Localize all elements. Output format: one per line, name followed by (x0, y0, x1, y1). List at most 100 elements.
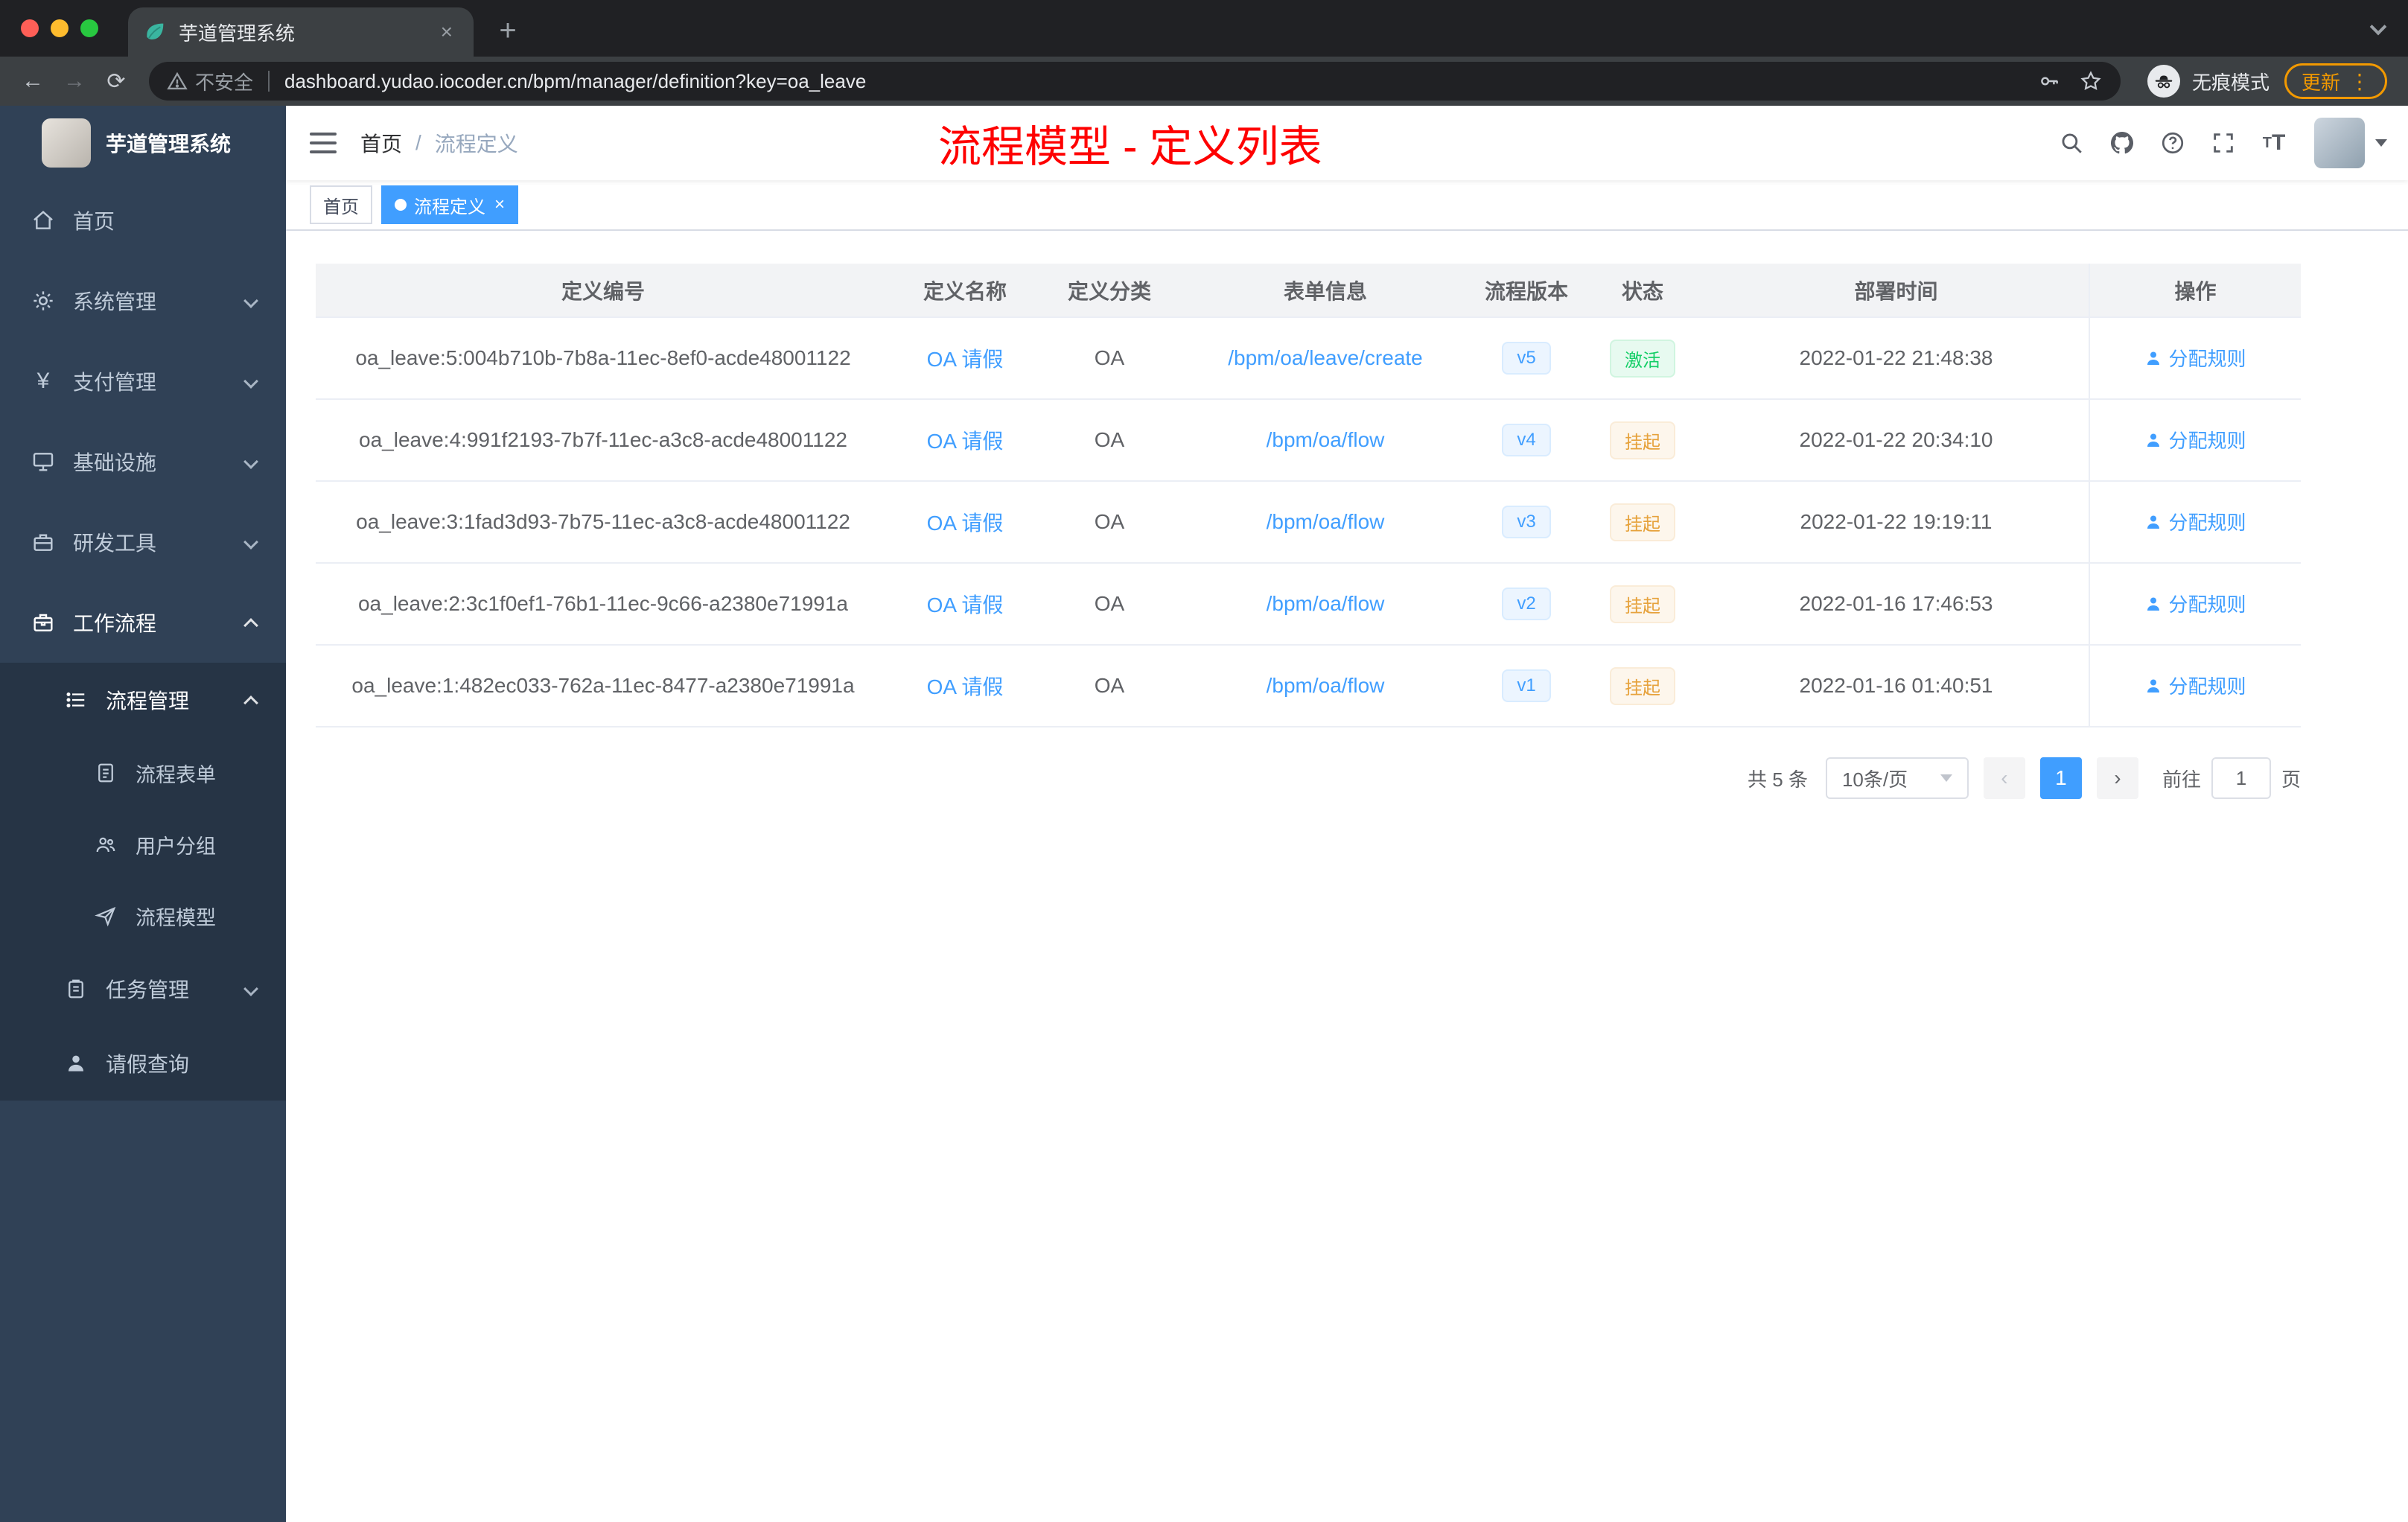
sidebar-item-process-management[interactable]: 流程管理 (0, 663, 286, 737)
sidebar-item-label: 基础设施 (73, 451, 157, 474)
browser-menu-icon[interactable]: ⋮ (2349, 69, 2370, 94)
tab-close-icon[interactable]: × (435, 20, 459, 44)
page-size-select[interactable]: 10条/页 (1825, 757, 1969, 799)
sidebar-item-task-management[interactable]: 任务管理 (0, 952, 286, 1026)
github-icon[interactable] (2100, 121, 2144, 165)
version-badge: v5 (1502, 342, 1551, 375)
sidebar-item-user-group[interactable]: 用户分组 (0, 809, 286, 880)
goto-unit-label: 页 (2281, 768, 2301, 791)
form-info-link[interactable]: /bpm/oa/flow (1267, 592, 1385, 615)
definition-name-link[interactable]: OA 请假 (927, 593, 1004, 617)
assign-rule-label: 分配规则 (2168, 512, 2246, 535)
page-1-button[interactable]: 1 (2039, 757, 2082, 799)
form-info-link[interactable]: /bpm/oa/flow (1267, 510, 1385, 533)
app-logo[interactable]: 芋道管理系统 (0, 106, 286, 180)
forward-icon[interactable]: → (54, 69, 95, 94)
chevron-up-icon (243, 618, 258, 633)
definition-name-link[interactable]: OA 请假 (927, 348, 1004, 371)
zoom-window-button[interactable] (80, 19, 98, 37)
bookmark-star-icon[interactable] (2079, 69, 2103, 93)
tag-label: 首页 (323, 197, 359, 217)
form-info-link[interactable]: /bpm/oa/leave/create (1228, 346, 1423, 369)
definition-name-link[interactable]: OA 请假 (927, 430, 1004, 453)
tab-title: 芋道管理系统 (179, 22, 296, 45)
sidebar-item-payment-management[interactable]: ¥ 支付管理 (0, 341, 286, 421)
status-badge[interactable]: 挂起 (1610, 503, 1675, 541)
sidebar-item-home[interactable]: 首页 (0, 180, 286, 261)
breadcrumb-home[interactable]: 首页 (360, 128, 402, 158)
assign-rule-link[interactable]: 分配规则 (2144, 508, 2246, 535)
font-size-icon[interactable]: TT (2252, 121, 2296, 165)
send-icon (89, 905, 122, 927)
sidebar-item-dev-tools[interactable]: 研发工具 (0, 502, 286, 582)
navbar-actions: TT (2049, 118, 2408, 168)
yen-icon: ¥ (36, 369, 50, 393)
search-icon[interactable] (2049, 121, 2094, 165)
status-badge[interactable]: 激活 (1610, 339, 1675, 378)
avatar[interactable] (2314, 118, 2365, 168)
col-status: 状态 (1582, 264, 1704, 318)
chevron-down-icon (1940, 774, 1952, 782)
back-icon[interactable]: ← (12, 69, 54, 94)
update-label: 更新 (2301, 71, 2340, 94)
chrome-update-button[interactable]: 更新 ⋮ (2284, 63, 2387, 99)
pagination-total: 共 5 条 (1748, 768, 1808, 791)
tab-search-icon[interactable] (2369, 18, 2387, 36)
definition-category: OA (1094, 428, 1125, 451)
sidebar-item-system-management[interactable]: 系统管理 (0, 261, 286, 341)
sidebar-item-process-model[interactable]: 流程模型 (0, 880, 286, 952)
browser-tab[interactable]: 芋道管理系统 × (128, 7, 474, 57)
form-info-link[interactable]: /bpm/oa/flow (1267, 674, 1385, 697)
sidebar-item-workflow[interactable]: 工作流程 (0, 582, 286, 663)
user-menu[interactable] (2314, 118, 2387, 168)
definition-id: oa_leave:2:3c1f0ef1-76b1-11ec-9c66-a2380… (357, 592, 848, 615)
new-tab-button[interactable]: + (488, 14, 527, 48)
tag-close-icon[interactable]: × (494, 194, 505, 215)
goto-label: 前往 (2162, 768, 2201, 791)
sidebar-item-label: 流程模型 (136, 906, 216, 929)
chevron-down-icon (243, 535, 258, 550)
monitor-icon (27, 450, 60, 474)
gear-icon (27, 289, 60, 313)
breadcrumb-current: 流程定义 (434, 133, 518, 156)
breadcrumb-separator: / (415, 131, 421, 154)
deploy-time: 2022-01-22 20:34:10 (1799, 428, 1993, 451)
form-info-link[interactable]: /bpm/oa/flow (1267, 428, 1385, 451)
status-badge[interactable]: 挂起 (1610, 666, 1675, 705)
assign-rule-link[interactable]: 分配规则 (2144, 426, 2246, 453)
address-bar[interactable]: 不安全 dashboard.yudao.iocoder.cn/bpm/manag… (149, 62, 2121, 101)
status-badge[interactable]: 挂起 (1610, 421, 1675, 459)
assign-rule-link[interactable]: 分配规则 (2144, 672, 2246, 699)
minimize-window-button[interactable] (51, 19, 69, 37)
definition-name-link[interactable]: OA 请假 (927, 675, 1004, 698)
window-controls (0, 0, 119, 57)
sidebar-toggle-icon[interactable] (310, 133, 337, 153)
url-text[interactable]: dashboard.yudao.iocoder.cn/bpm/manager/d… (284, 70, 2037, 93)
sidebar-item-leave-query[interactable]: 请假查询 (0, 1026, 286, 1101)
password-key-icon[interactable] (2037, 69, 2061, 93)
tag-home[interactable]: 首页 (310, 185, 372, 224)
prev-page-button[interactable]: ‹ (1983, 757, 2025, 799)
col-process-version: 流程版本 (1471, 264, 1582, 318)
tags-view-bar: 首页 流程定义 × (286, 180, 2408, 231)
goto-page-input[interactable] (2211, 757, 2271, 799)
assign-rule-label: 分配规则 (2168, 593, 2246, 617)
users-icon (89, 833, 122, 856)
reload-icon[interactable]: ⟳ (95, 69, 137, 95)
sidebar-item-process-form[interactable]: 流程表单 (0, 737, 286, 809)
tag-process-definition[interactable]: 流程定义 × (381, 185, 519, 224)
assign-rule-link[interactable]: 分配规则 (2144, 344, 2246, 372)
sidebar-item-infrastructure[interactable]: 基础设施 (0, 421, 286, 502)
definition-name-link[interactable]: OA 请假 (927, 512, 1004, 535)
definition-category: OA (1094, 592, 1125, 615)
security-status[interactable]: 不安全 (167, 68, 253, 95)
help-icon[interactable] (2150, 121, 2195, 165)
close-window-button[interactable] (21, 19, 39, 37)
sidebar-item-label: 首页 (73, 210, 115, 233)
table-row: oa_leave:1:482ec033-762a-11ec-8477-a2380… (316, 645, 2301, 727)
fullscreen-icon[interactable] (2201, 121, 2246, 165)
next-page-button[interactable]: › (2096, 757, 2138, 799)
status-badge[interactable]: 挂起 (1610, 585, 1675, 623)
assign-rule-link[interactable]: 分配规则 (2144, 590, 2246, 617)
browser-toolbar: ← → ⟳ 不安全 dashboard.yudao.iocoder.cn/bpm… (0, 57, 2408, 106)
